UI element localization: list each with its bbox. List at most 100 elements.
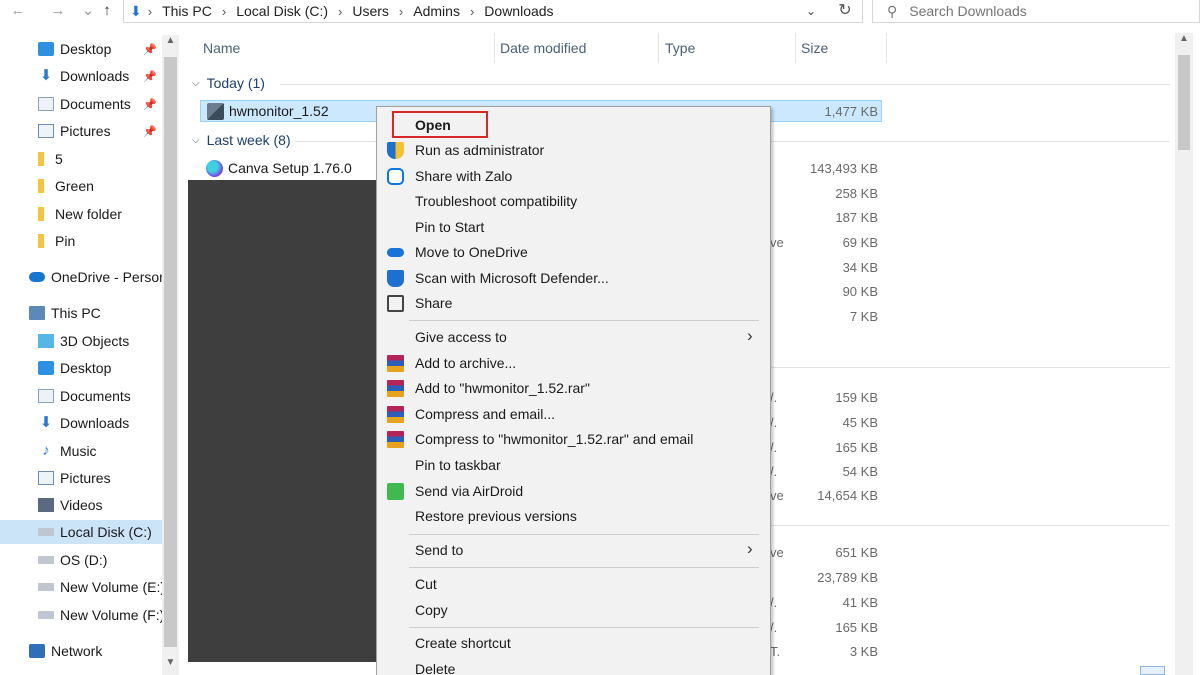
refresh-icon[interactable]: ↻ [833, 0, 857, 23]
sidebar-item-pictures[interactable]: Pictures 📌 [0, 119, 162, 143]
folder-icon [38, 234, 44, 248]
menu-item-pin-to-start[interactable]: Pin to Start [377, 215, 770, 240]
chevron-down-icon: ⌵ [192, 134, 200, 146]
menu-item-run-as-administrator[interactable]: Run as administrator [377, 138, 770, 163]
menu-item-compress-to-rar-and-email[interactable]: Compress to "hwmonitor_1.52.rar" and ema… [377, 427, 770, 452]
sidebar-scroll-thumb[interactable] [164, 57, 177, 647]
address-dropdown-icon[interactable]: ⌄ [806, 0, 816, 22]
network-icon [29, 644, 45, 658]
column-header-size[interactable]: Size [801, 40, 828, 56]
sidebar-item-3d-objects[interactable]: 3D Objects [0, 329, 162, 353]
breadcrumb-local-disk[interactable]: Local Disk (C:) [236, 3, 328, 19]
sidebar-item-pin[interactable]: Pin [0, 229, 162, 253]
menu-item-delete[interactable]: Delete [377, 657, 770, 675]
sidebar-item-onedrive[interactable]: OneDrive - Person [0, 265, 162, 289]
sidebar-item-pc-pictures[interactable]: Pictures [0, 466, 162, 490]
group-label: Today (1) [206, 75, 265, 91]
column-header-date-modified[interactable]: Date modified [500, 40, 586, 56]
menu-item-create-shortcut[interactable]: Create shortcut [377, 631, 770, 656]
sidebar-item-new-volume-e[interactable]: New Volume (E:) [0, 575, 162, 599]
forward-arrow-icon[interactable]: → [46, 0, 70, 23]
group-header-today[interactable]: ⌵ Today (1) [192, 75, 265, 91]
file-type-fragment: /. [770, 415, 778, 430]
sidebar-item-desktop[interactable]: Desktop 📌 [0, 37, 162, 61]
menu-item-move-to-onedrive[interactable]: Move to OneDrive [377, 240, 770, 265]
menu-item-compress-and-email[interactable]: Compress and email... [377, 402, 770, 427]
sidebar-item-videos[interactable]: Videos [0, 493, 162, 517]
search-box[interactable]: ⚲ [872, 0, 1200, 23]
menu-item-share-with-zalo[interactable]: Share with Zalo [377, 164, 770, 189]
sidebar-item-this-pc[interactable]: This PC [0, 301, 162, 325]
menu-item-label: Troubleshoot compatibility [415, 193, 578, 209]
file-type-fragment: /. [770, 390, 778, 405]
scroll-up-icon[interactable]: ▲ [162, 35, 179, 46]
column-header-name[interactable]: Name [203, 40, 240, 56]
sidebar-item-new-folder[interactable]: New folder [0, 202, 162, 226]
menu-item-label: Compress and email... [415, 406, 556, 422]
sidebar-item-local-disk-c[interactable]: Local Disk (C:) [0, 520, 162, 544]
menu-item-add-to-rar[interactable]: Add to "hwmonitor_1.52.rar" [377, 376, 770, 401]
group-header-last-week[interactable]: ⌵ Last week (8) [192, 132, 291, 148]
scroll-down-icon[interactable]: ▼ [162, 657, 179, 668]
sidebar-item-pc-downloads[interactable]: ⬇ Downloads [0, 411, 162, 435]
sidebar-item-pc-documents[interactable]: Documents [0, 384, 162, 408]
back-arrow-icon[interactable]: ← [6, 0, 30, 23]
menu-item-pin-to-taskbar[interactable]: Pin to taskbar [377, 453, 770, 478]
file-size: 54 KB [842, 464, 878, 479]
menu-item-label: Send to [415, 542, 464, 558]
file-list-scrollbar[interactable]: ▲ [1175, 33, 1193, 675]
menu-item-copy[interactable]: Copy [377, 598, 770, 623]
search-input[interactable] [909, 3, 1160, 19]
menu-item-label: Compress to "hwmonitor_1.52.rar" and ema… [415, 431, 694, 447]
zalo-icon [387, 168, 404, 185]
menu-item-send-via-airdroid[interactable]: Send via AirDroid [377, 479, 770, 504]
file-list-scroll-thumb[interactable] [1178, 55, 1190, 150]
breadcrumb-this-pc[interactable]: This PC [162, 3, 212, 19]
column-divider[interactable] [886, 33, 887, 63]
column-header-type[interactable]: Type [665, 40, 695, 56]
breadcrumb-downloads[interactable]: Downloads [484, 3, 553, 19]
sidebar-item-green[interactable]: Green [0, 174, 162, 198]
column-divider[interactable] [658, 33, 659, 63]
sidebar-item-label: Videos [60, 497, 103, 513]
file-size: 7 KB [849, 309, 878, 324]
sidebar-item-documents[interactable]: Documents 📌 [0, 92, 162, 116]
breadcrumb-admins[interactable]: Admins [413, 3, 460, 19]
menu-item-restore-previous-versions[interactable]: Restore previous versions [377, 504, 770, 529]
up-arrow-icon[interactable]: ↑ [95, 0, 119, 23]
menu-item-cut[interactable]: Cut [377, 572, 770, 597]
pin-icon: 📌 [143, 43, 157, 56]
sidebar-item-folder-5[interactable]: 5 [0, 147, 162, 171]
menu-item-label: Pin to taskbar [415, 457, 501, 473]
address-bar[interactable]: ⬇ › This PC › Local Disk (C:) › Users › … [123, 0, 863, 23]
folder-icon [38, 152, 44, 166]
menu-item-label: Pin to Start [415, 219, 485, 235]
file-size: 41 KB [842, 595, 878, 610]
menu-item-scan-with-defender[interactable]: Scan with Microsoft Defender... [377, 266, 770, 291]
sidebar-item-pc-desktop[interactable]: Desktop [0, 356, 162, 380]
menu-item-open[interactable]: Open [377, 113, 770, 138]
menu-item-give-access-to[interactable]: Give access to › [377, 325, 770, 350]
sidebar-item-os-d[interactable]: OS (D:) [0, 548, 162, 572]
menu-item-send-to[interactable]: Send to › [377, 538, 770, 563]
scroll-up-icon[interactable]: ▲ [1175, 33, 1193, 44]
breadcrumb-users[interactable]: Users [352, 3, 389, 19]
menu-item-add-to-archive[interactable]: Add to archive... [377, 351, 770, 376]
file-type-fragment: ve [770, 235, 784, 250]
menu-item-troubleshoot-compatibility[interactable]: Troubleshoot compatibility [377, 189, 770, 214]
menu-item-share[interactable]: Share [377, 291, 770, 316]
sidebar-item-network[interactable]: Network [0, 639, 162, 663]
group-divider [771, 367, 1170, 368]
videos-icon [38, 498, 54, 512]
column-divider[interactable] [494, 33, 495, 63]
sidebar-item-label: Downloads [60, 68, 130, 84]
3d-objects-icon [38, 334, 54, 348]
sidebar-item-downloads[interactable]: ⬇ Downloads 📌 [0, 64, 162, 88]
sidebar-item-music[interactable]: ♪ Music [0, 439, 162, 463]
sidebar-scrollbar[interactable]: ▲ ▼ [162, 35, 179, 675]
view-toggle-icon[interactable] [1140, 666, 1165, 675]
sidebar-item-label: Documents [60, 96, 131, 112]
menu-separator [409, 320, 759, 321]
sidebar-item-new-volume-f[interactable]: New Volume (F:) [0, 603, 162, 627]
column-divider[interactable] [795, 33, 796, 63]
